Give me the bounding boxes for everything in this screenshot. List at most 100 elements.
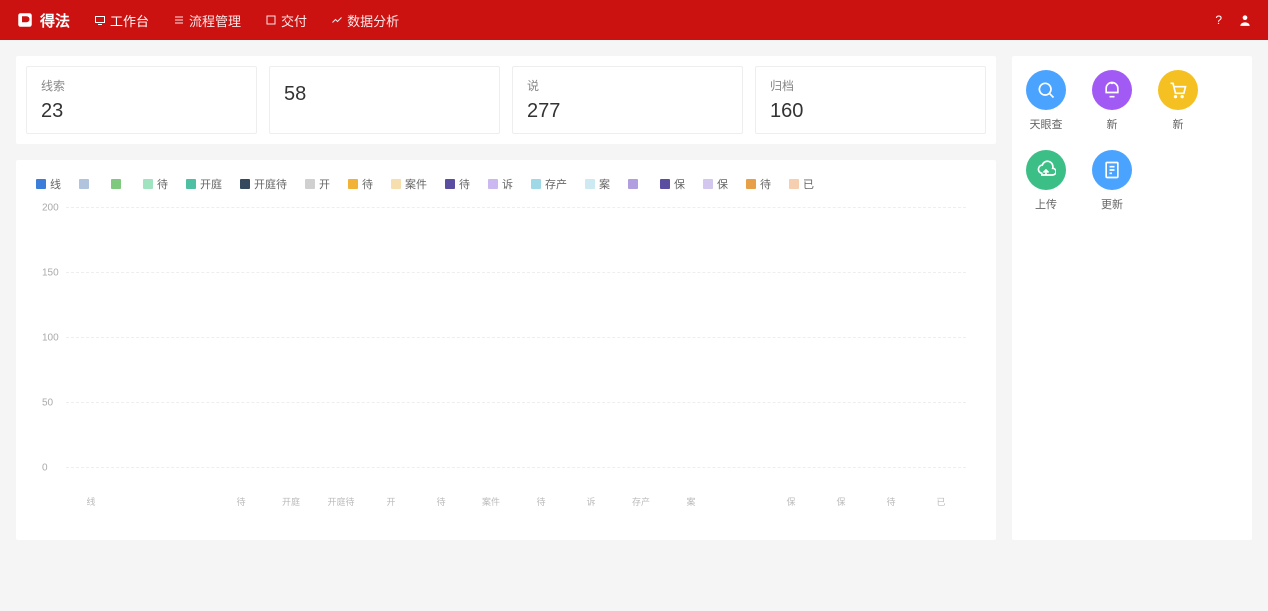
x-label [716, 495, 766, 508]
y-tick-label: 150 [42, 268, 59, 279]
legend-swatch [628, 179, 638, 189]
legend-swatch [531, 179, 541, 189]
user-icon[interactable] [1238, 13, 1252, 27]
y-tick-label: 0 [42, 463, 48, 474]
legend-item-2[interactable] [111, 176, 125, 192]
x-label: 线 [66, 495, 116, 508]
legend-item-15[interactable]: 保 [703, 176, 728, 192]
stat-label: 线索 [41, 77, 242, 94]
quick-link-1[interactable]: 新 [1092, 70, 1132, 132]
nav-item-3[interactable]: 数据分析 [331, 11, 399, 30]
legend-swatch [111, 179, 121, 189]
stat-card-3[interactable]: 归档160 [755, 66, 986, 134]
nav-item-1[interactable]: 流程管理 [173, 11, 241, 30]
topbar-right: ? [1215, 13, 1252, 27]
y-tick-label: 50 [42, 398, 53, 409]
quick-link-2[interactable]: 新 [1158, 70, 1198, 132]
quick-label: 新 [1173, 116, 1184, 132]
x-label [166, 495, 216, 508]
topbar: 得法 工作台 流程管理 交付 数据分析 ? [0, 0, 1268, 40]
legend-label: 存产 [545, 176, 567, 192]
stat-value: 277 [527, 100, 728, 123]
legend-item-14[interactable]: 保 [660, 176, 685, 192]
quick-label: 新 [1107, 116, 1118, 132]
x-label: 开 [366, 495, 416, 508]
nav-item-0[interactable]: 工作台 [94, 11, 149, 30]
stat-label: 说 [527, 77, 728, 94]
quick-link-0[interactable]: 天眼查 [1026, 70, 1066, 132]
legend-swatch [789, 179, 799, 189]
legend-item-0[interactable]: 线 [36, 176, 61, 192]
legend-item-8[interactable]: 案件 [391, 176, 427, 192]
legend-swatch [348, 179, 358, 189]
x-label [116, 495, 166, 508]
legend-swatch [79, 179, 89, 189]
x-label: 待 [866, 495, 916, 508]
quick-links-panel: 天眼查 新 新上传 更新 [1012, 56, 1252, 540]
x-label: 已 [916, 495, 966, 508]
stats-row: 线索 23 58 说 277 归档160 [16, 56, 996, 144]
legend-swatch [143, 179, 153, 189]
legend-item-10[interactable]: 诉 [488, 176, 513, 192]
legend-label: 案 [599, 176, 610, 192]
legend-item-5[interactable]: 开庭待 [240, 176, 287, 192]
stat-card-0[interactable]: 线索 23 [26, 66, 257, 134]
x-label: 待 [416, 495, 466, 508]
logo-text: 得法 [40, 10, 70, 31]
stat-value: 58 [284, 83, 485, 106]
x-label: 开庭 [266, 495, 316, 508]
legend-label: 保 [717, 176, 728, 192]
x-label: 诉 [566, 495, 616, 508]
quick-icon [1092, 70, 1132, 110]
nav-item-2[interactable]: 交付 [265, 11, 307, 30]
x-label: 保 [816, 495, 866, 508]
quick-label: 上传 [1035, 196, 1057, 212]
nav: 工作台 流程管理 交付 数据分析 [94, 11, 1215, 30]
stat-card-2[interactable]: 说 277 [512, 66, 743, 134]
legend-label: 开 [319, 176, 330, 192]
legend-item-9[interactable]: 待 [445, 176, 470, 192]
legend-item-7[interactable]: 待 [348, 176, 373, 192]
x-label: 保 [766, 495, 816, 508]
legend-item-3[interactable]: 待 [143, 176, 168, 192]
quick-link-3[interactable]: 上传 [1026, 150, 1066, 212]
x-label: 待 [516, 495, 566, 508]
quick-link-4[interactable]: 更新 [1092, 150, 1132, 212]
legend-label: 已 [803, 176, 814, 192]
legend-swatch [240, 179, 250, 189]
chart-area: 050100150200 线待开庭开庭待开待案件待诉存产案保保待已 [36, 208, 976, 508]
quick-label: 更新 [1101, 196, 1123, 212]
legend-item-13[interactable] [628, 176, 642, 192]
y-tick-label: 100 [42, 333, 59, 344]
legend-item-16[interactable]: 待 [746, 176, 771, 192]
legend-swatch [488, 179, 498, 189]
legend-label: 案件 [405, 176, 427, 192]
x-label: 案 [666, 495, 716, 508]
quick-icon [1026, 70, 1066, 110]
x-label: 存产 [616, 495, 666, 508]
legend-label: 待 [459, 176, 470, 192]
legend-item-6[interactable]: 开 [305, 176, 330, 192]
quick-icon [1092, 150, 1132, 190]
x-label: 开庭待 [316, 495, 366, 508]
quick-icon [1026, 150, 1066, 190]
legend-item-1[interactable] [79, 176, 93, 192]
legend-label: 待 [362, 176, 373, 192]
legend-label: 保 [674, 176, 685, 192]
legend-label: 线 [50, 176, 61, 192]
x-label: 待 [216, 495, 266, 508]
y-tick-label: 200 [42, 203, 59, 214]
legend-item-12[interactable]: 案 [585, 176, 610, 192]
legend-item-4[interactable]: 开庭 [186, 176, 222, 192]
legend-label: 待 [157, 176, 168, 192]
chart-legend: 线 待 开庭 开庭待 开 待 案件 待 诉 存产 案 保 保 待 已 [36, 176, 976, 192]
quick-label: 天眼查 [1030, 116, 1063, 132]
legend-item-17[interactable]: 已 [789, 176, 814, 192]
legend-swatch [585, 179, 595, 189]
stat-value: 23 [41, 100, 242, 123]
help-icon[interactable]: ? [1215, 13, 1222, 27]
stat-label: 归档 [770, 77, 971, 94]
legend-label: 开庭 [200, 176, 222, 192]
stat-card-1[interactable]: 58 [269, 66, 500, 134]
legend-item-11[interactable]: 存产 [531, 176, 567, 192]
